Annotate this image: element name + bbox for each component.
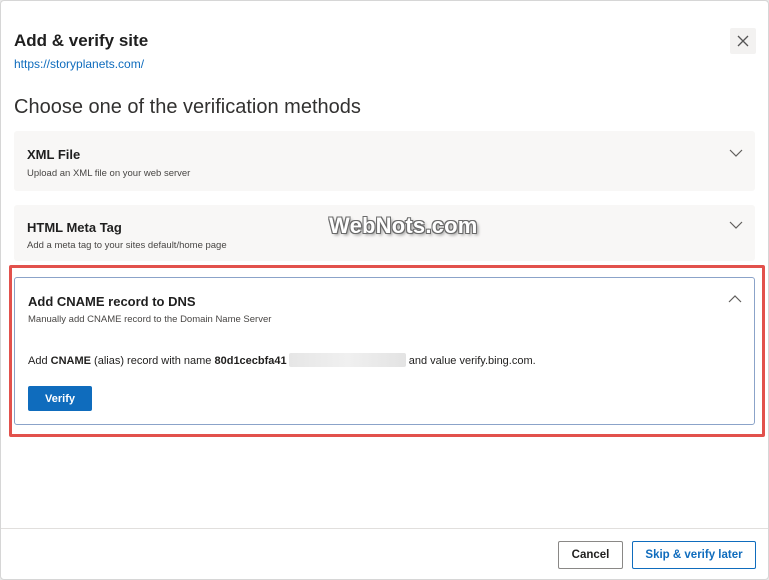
method-title: Add CNAME record to DNS bbox=[28, 294, 196, 309]
add-verify-site-dialog: Add & verify site https://storyplanets.c… bbox=[0, 0, 769, 580]
method-description: Add a meta tag to your sites default/hom… bbox=[27, 240, 227, 251]
watermark-logo: WebNots.com bbox=[329, 213, 478, 238]
dialog-title: Add & verify site bbox=[14, 31, 149, 50]
footer-divider bbox=[1, 528, 768, 529]
skip-verify-later-button[interactable]: Skip & verify later bbox=[632, 541, 756, 569]
redacted-record-name bbox=[288, 353, 406, 367]
cname-instructions: Add CNAME (alias) record with name 80d1c… bbox=[28, 353, 536, 367]
method-cname-record[interactable]: Add CNAME record to DNS Manually add CNA… bbox=[14, 277, 755, 425]
site-url-link[interactable]: https://storyplanets.com/ bbox=[14, 57, 144, 71]
method-description: Manually add CNAME record to the Domain … bbox=[28, 314, 272, 325]
method-title: HTML Meta Tag bbox=[27, 220, 122, 235]
record-name: 80d1cecbfa41 bbox=[214, 355, 287, 367]
chevron-down-icon[interactable] bbox=[729, 146, 743, 160]
close-button[interactable] bbox=[730, 28, 756, 54]
method-description: Upload an XML file on your web server bbox=[27, 168, 191, 179]
chevron-up-icon[interactable] bbox=[728, 292, 742, 306]
verify-button[interactable]: Verify bbox=[28, 386, 92, 411]
close-icon bbox=[737, 35, 749, 47]
record-type: CNAME bbox=[50, 355, 91, 367]
chevron-down-icon[interactable] bbox=[729, 218, 743, 232]
method-xml-file[interactable]: XML File Upload an XML file on your web … bbox=[14, 131, 755, 191]
record-value: and value verify.bing.com. bbox=[408, 355, 536, 367]
cancel-button[interactable]: Cancel bbox=[558, 541, 623, 569]
verification-methods-heading: Choose one of the verification methods bbox=[14, 96, 361, 118]
method-title: XML File bbox=[27, 147, 81, 162]
